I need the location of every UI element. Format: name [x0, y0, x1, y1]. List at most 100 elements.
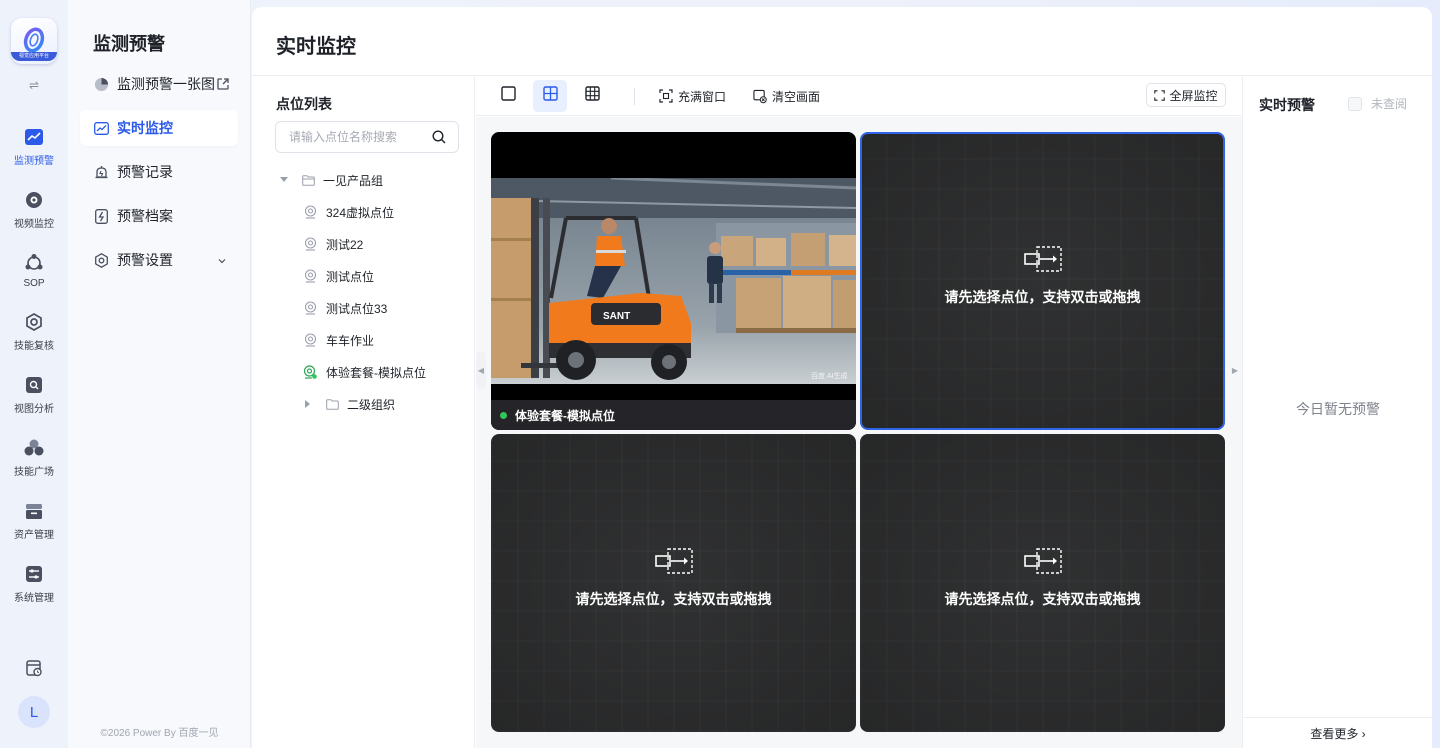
- rail-item-view-analysis[interactable]: 视图分析: [0, 374, 68, 415]
- point-list-panel: 点位列表 一见产品组 324虚拟点位 测试22: [252, 76, 475, 748]
- video-toolbar: 充满窗口 清空画面 全屏监控: [476, 76, 1242, 116]
- menu-item-alert-settings[interactable]: 预警设置: [80, 242, 238, 278]
- video-tile-empty[interactable]: 请先选择点位，支持双击或拖拽: [491, 434, 856, 732]
- video-stream[interactable]: SANT 百度 AI生成: [491, 178, 856, 384]
- menu-item-label: 实时监控: [117, 120, 173, 136]
- rail-item-asset[interactable]: 资产管理: [0, 500, 68, 541]
- caret-right-icon[interactable]: [303, 399, 313, 409]
- clear-screen-icon: [753, 89, 767, 103]
- tree-point-item[interactable]: 324虚拟点位: [303, 200, 394, 224]
- rail-item-monitoring[interactable]: 监测预警: [0, 126, 68, 167]
- fill-window-icon: [659, 89, 673, 103]
- copyright-text: ©2026 Power By 百度一见: [100, 728, 219, 739]
- rail-item-system[interactable]: 系统管理: [0, 563, 68, 604]
- svg-text:SANT: SANT: [603, 311, 630, 322]
- caret-down-icon[interactable]: [279, 175, 289, 185]
- rail-label: 技能复核: [14, 341, 54, 352]
- video-tile-live[interactable]: SANT 百度 AI生成 体验套餐-模拟点位: [491, 132, 856, 430]
- main-panel: 实时监控 点位列表 一见产品组 324虚拟点位: [252, 7, 1432, 748]
- menu-item-realtime-monitor[interactable]: 实时监控: [80, 110, 238, 146]
- folder-icon: [325, 397, 339, 411]
- clear-screen-label: 清空画面: [772, 89, 821, 104]
- realtime-alert-panel: 实时预警 未查阅 今日暂无预警 查看更多 ›: [1242, 76, 1432, 748]
- rail-item-skill-review[interactable]: 技能复核: [0, 311, 68, 352]
- camera-icon: [303, 333, 317, 347]
- tree-group-row[interactable]: 一见产品组: [279, 168, 383, 192]
- external-link-icon[interactable]: [216, 77, 230, 91]
- chevron-down-icon[interactable]: [216, 254, 230, 268]
- asset-box-icon: [23, 500, 45, 522]
- clear-screen-button[interactable]: 清空画面: [753, 87, 820, 105]
- unread-filter-checkbox[interactable]: 未查阅: [1348, 95, 1407, 112]
- menu-item-alert-archive[interactable]: 预警档案: [80, 198, 238, 234]
- alert-empty-text: 今日暂无预警: [1296, 401, 1380, 417]
- video-grid: SANT 百度 AI生成 体验套餐-模拟点位 请先选择点位，支持双击或拖拽 请先…: [476, 117, 1242, 748]
- menu-title: 监测预警: [93, 34, 165, 54]
- fill-window-button[interactable]: 充满窗口: [659, 87, 726, 105]
- tree-point-item[interactable]: 测试点位: [303, 264, 374, 288]
- layout-single-button[interactable]: [491, 80, 525, 112]
- icon-rail: 视觉应用平台 ⇌ 监测预警 视频监控 SOP 技能复核 视图分析 技能广场 资产…: [0, 0, 68, 748]
- task-calendar-icon[interactable]: [24, 658, 44, 678]
- alarm-bell-icon: [93, 164, 109, 180]
- fullscreen-monitor-button[interactable]: 全屏监控: [1146, 83, 1226, 107]
- rail-label: 监测预警: [14, 156, 54, 167]
- tree-subgroup-row[interactable]: 二级组织: [303, 392, 395, 416]
- point-list-title: 点位列表: [276, 96, 332, 112]
- drag-into-icon: [654, 547, 694, 575]
- collapse-right-panel-handle[interactable]: ▶: [1230, 352, 1240, 388]
- collapse-left-panel-handle[interactable]: ◀: [476, 352, 486, 388]
- drag-into-icon: [1023, 547, 1063, 575]
- tree-point-item[interactable]: 测试点位33: [303, 296, 387, 320]
- menu-item-alert-records[interactable]: 预警记录: [80, 154, 238, 190]
- tree-point-item[interactable]: 测试22: [303, 232, 363, 256]
- tree-point-label: 体验套餐-模拟点位: [326, 365, 426, 380]
- video-disc-icon: [23, 189, 45, 211]
- video-tile-empty-selected[interactable]: 请先选择点位，支持双击或拖拽: [860, 132, 1225, 430]
- unread-filter-label: 未查阅: [1371, 97, 1408, 111]
- search-icon[interactable]: [432, 130, 446, 144]
- pie-chart-icon: [93, 76, 109, 92]
- settings-gear-icon: [93, 252, 109, 268]
- rail-label: 视图分析: [14, 404, 54, 415]
- quad-view-icon: [542, 86, 558, 106]
- camera-icon: [303, 301, 317, 315]
- menu-item-label: 预警档案: [117, 208, 173, 224]
- menu-item-overview-map[interactable]: 监测预警一张图: [80, 66, 238, 102]
- fullscreen-icon: [1154, 89, 1166, 101]
- tree-point-label: 测试点位: [326, 269, 375, 284]
- rail-bottom: L: [0, 658, 68, 748]
- sop-nodes-icon: [23, 252, 45, 274]
- folder-open-icon: [301, 173, 315, 187]
- toolbar-divider: [634, 88, 635, 105]
- tile-placeholder: 请先选择点位，支持双击或拖拽: [860, 434, 1225, 732]
- secondary-menu: 监测预警 监测预警一张图 实时监控 预警记录 预警档案 预警设置 ©2026 P…: [68, 0, 251, 748]
- tree-point-label: 测试22: [326, 237, 364, 252]
- layout-quad-button[interactable]: [533, 80, 567, 112]
- page-title: 实时监控: [276, 36, 356, 58]
- layout-nine-button[interactable]: [575, 80, 609, 112]
- video-tile-empty[interactable]: 请先选择点位，支持双击或拖拽: [860, 434, 1225, 732]
- collapse-menu-icon[interactable]: ⇌: [29, 78, 39, 92]
- image-search-icon: [23, 374, 45, 396]
- tree-point-item[interactable]: 车车作业: [303, 328, 374, 352]
- point-search-input[interactable]: [289, 130, 424, 144]
- view-more-link[interactable]: 查看更多 ›: [1243, 717, 1432, 748]
- monitor-chart-icon: [93, 120, 109, 136]
- checkbox-box[interactable]: [1348, 96, 1362, 111]
- user-avatar[interactable]: L: [18, 696, 50, 728]
- tree-point-label: 324虚拟点位: [326, 205, 395, 220]
- tree-point-item-active[interactable]: 体验套餐-模拟点位: [303, 360, 426, 384]
- nine-view-icon: [584, 86, 600, 106]
- tile-placeholder: 请先选择点位，支持双击或拖拽: [860, 132, 1225, 430]
- menu-item-label: 监测预警一张图: [117, 76, 215, 92]
- tile-placeholder-text: 请先选择点位，支持双击或拖拽: [944, 289, 1141, 305]
- alert-file-icon: [93, 208, 109, 224]
- app-logo[interactable]: 视觉应用平台: [11, 18, 57, 64]
- rail-item-skill-square[interactable]: 技能广场: [0, 437, 68, 478]
- rail-item-video[interactable]: 视频监控: [0, 189, 68, 230]
- fullscreen-label: 全屏监控: [1169, 88, 1218, 103]
- rail-item-sop[interactable]: SOP: [0, 252, 68, 289]
- rail-label: 技能广场: [14, 467, 54, 478]
- tree-point-label: 车车作业: [326, 333, 375, 348]
